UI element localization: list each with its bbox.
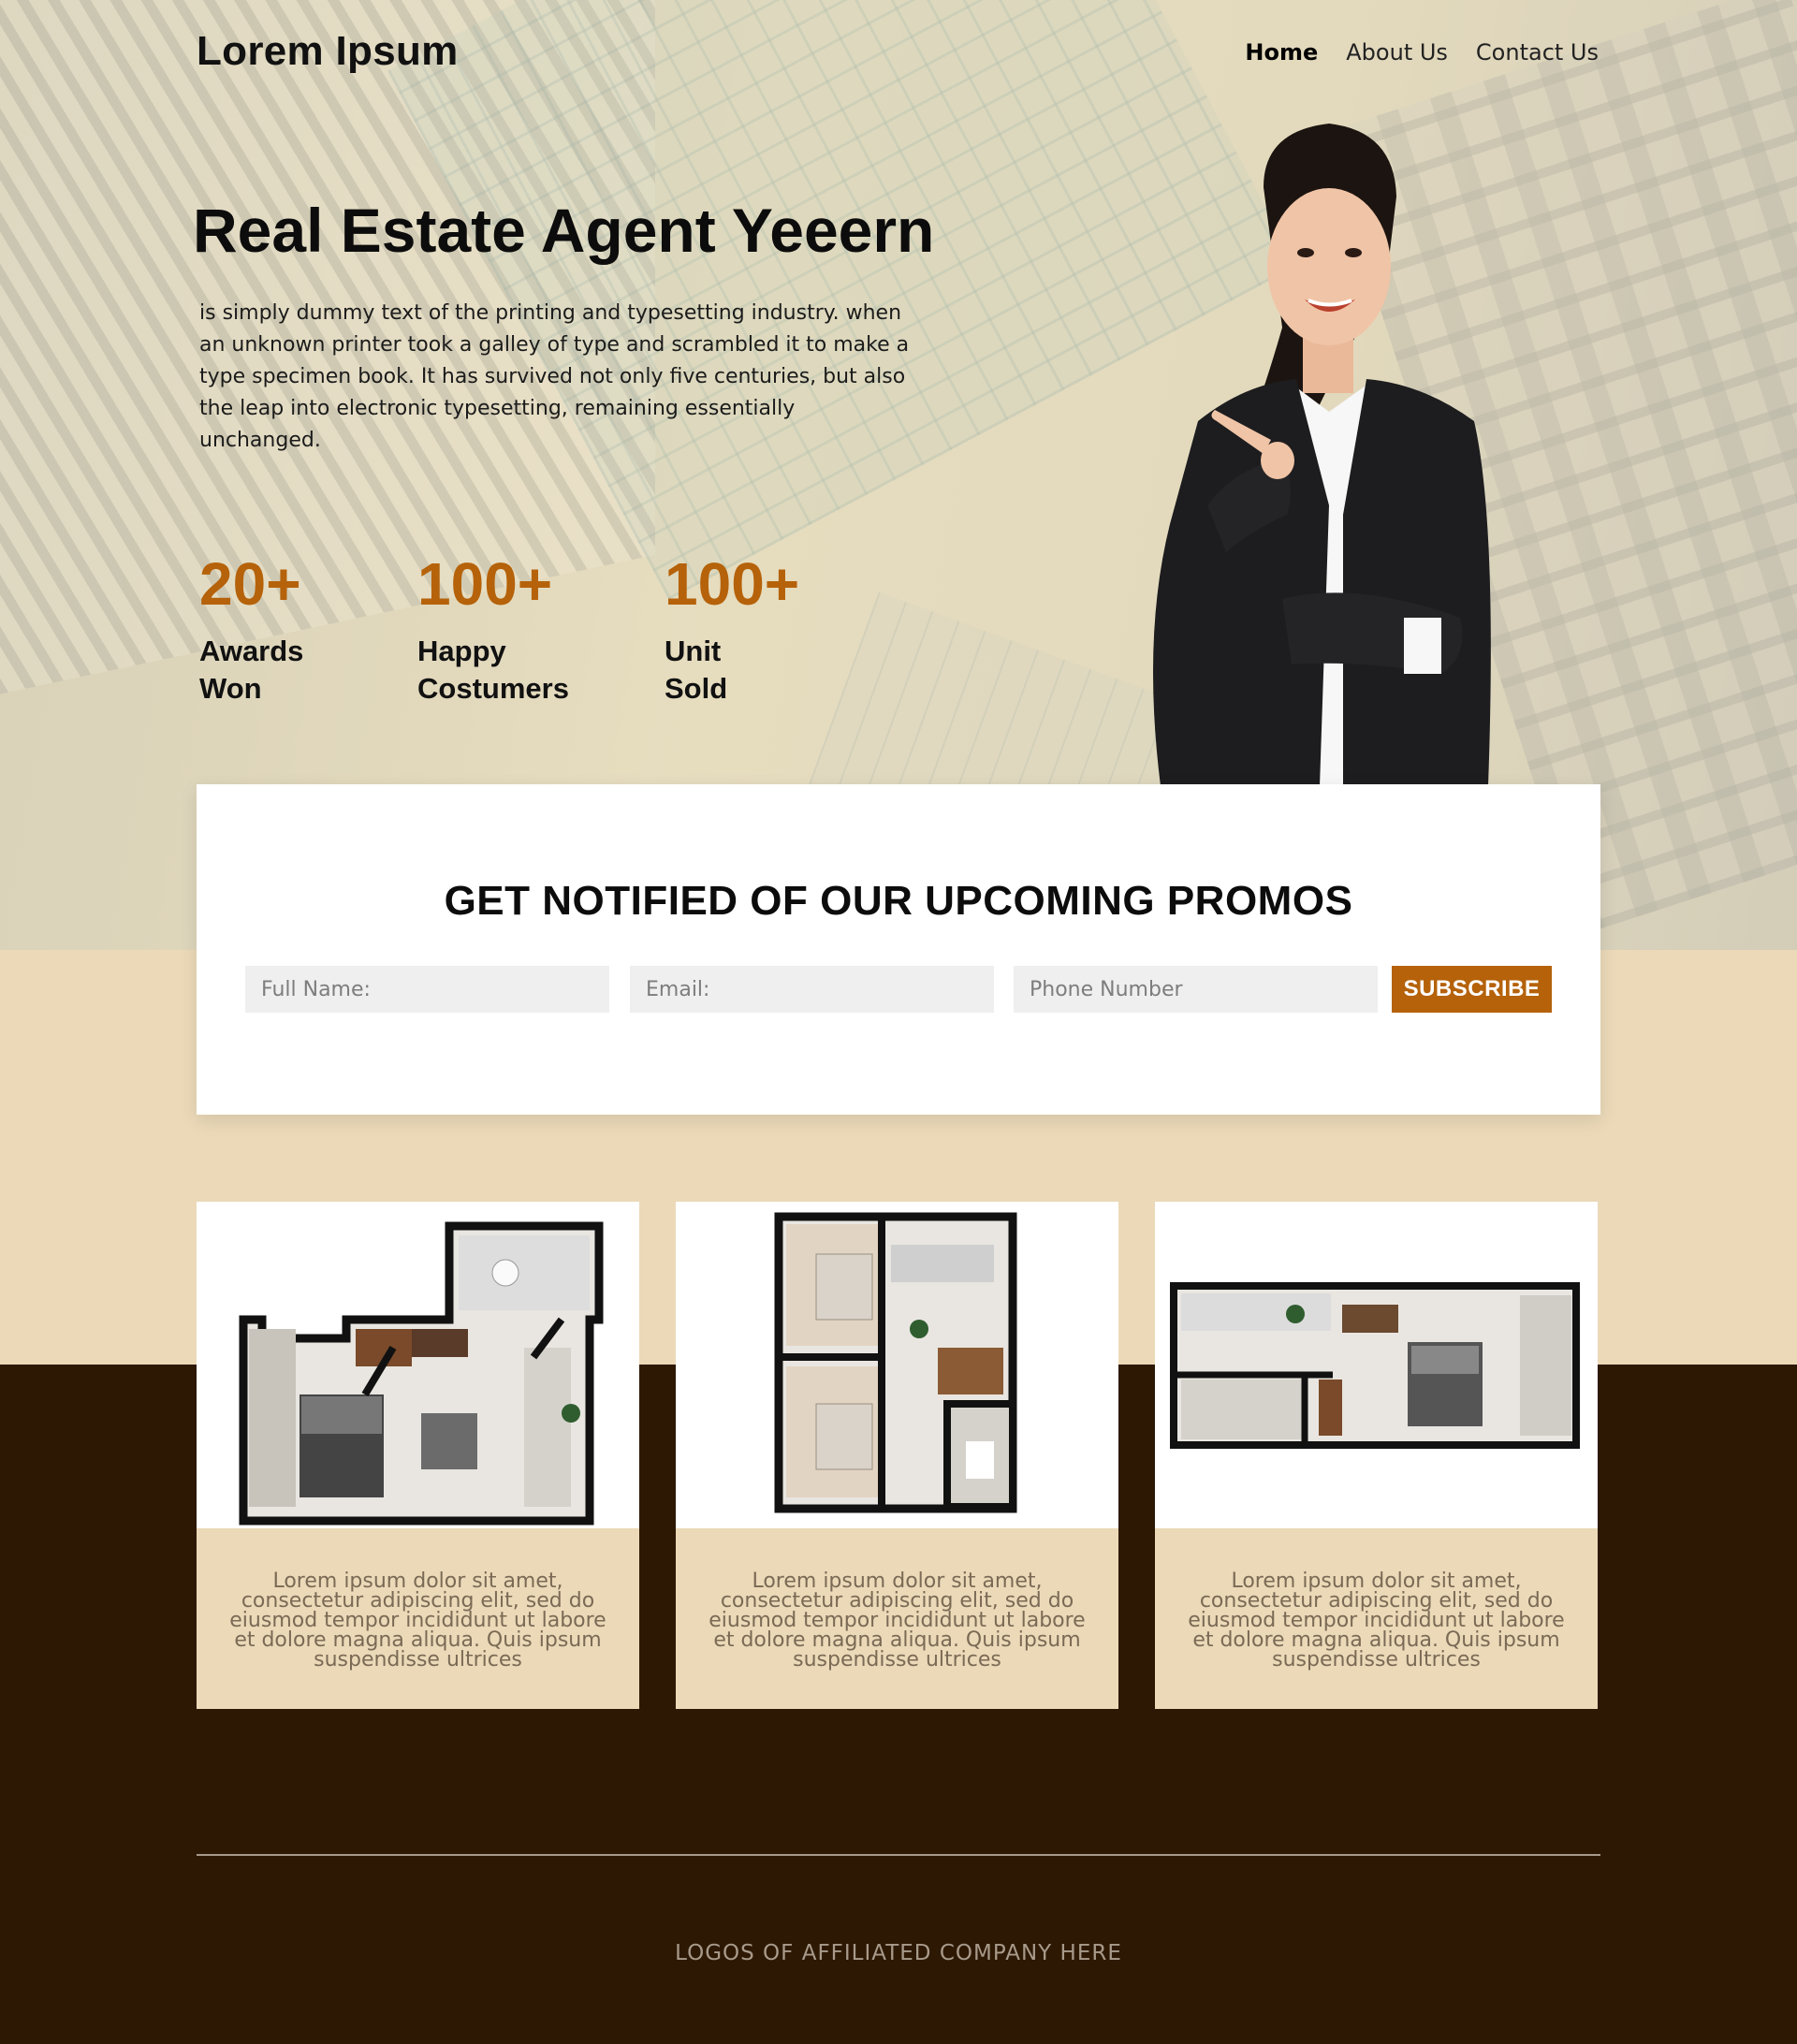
stat-customers: 100+ Happy Costumers bbox=[417, 550, 569, 708]
promo-signup-card: GET NOTIFIED OF OUR UPCOMING PROMOS SUBS… bbox=[197, 784, 1600, 1115]
stat-label-line: Sold bbox=[665, 672, 728, 705]
affiliated-logos-placeholder: LOGOS OF AFFILIATED COMPANY HERE bbox=[675, 1941, 1122, 1965]
email-input[interactable] bbox=[630, 966, 994, 1013]
agent-photo bbox=[1153, 124, 1491, 786]
nav-about-link[interactable]: About Us bbox=[1346, 39, 1448, 66]
stat-label: Unit Sold bbox=[665, 633, 799, 708]
hero-title: Real Estate Agent Yeeern bbox=[193, 196, 935, 265]
stat-label-line: Won bbox=[199, 672, 262, 705]
stat-label-line: Unit bbox=[665, 635, 722, 667]
floor-plan-image bbox=[197, 1202, 639, 1528]
main-nav: Home About Us Contact Us bbox=[1245, 39, 1599, 66]
stat-value: 20+ bbox=[199, 550, 301, 618]
listing-description: Lorem ipsum dolor sit amet, consectetur … bbox=[709, 1570, 1086, 1672]
promo-title: GET NOTIFIED OF OUR UPCOMING PROMOS bbox=[444, 878, 1353, 924]
listing-card[interactable]: Lorem ipsum dolor sit amet, consectetur … bbox=[676, 1202, 1118, 1709]
listing-card-body: Lorem ipsum dolor sit amet, consectetur … bbox=[1155, 1528, 1598, 1709]
stat-units: 100+ Unit Sold bbox=[665, 550, 799, 708]
site-logo[interactable]: Lorem Ipsum bbox=[197, 28, 459, 75]
floor-plan-image bbox=[676, 1202, 1118, 1528]
nav-contact-link[interactable]: Contact Us bbox=[1476, 39, 1599, 66]
nav-home-link[interactable]: Home bbox=[1245, 39, 1318, 66]
stat-value: 100+ bbox=[665, 550, 800, 618]
listing-card[interactable]: Lorem ipsum dolor sit amet, consectetur … bbox=[197, 1202, 639, 1709]
stat-label-line: Happy bbox=[417, 635, 506, 667]
full-name-input[interactable] bbox=[245, 966, 609, 1013]
hero-description: is simply dummy text of the printing and… bbox=[199, 301, 910, 452]
floor-plan-image bbox=[1155, 1202, 1598, 1528]
phone-number-input[interactable] bbox=[1014, 966, 1378, 1013]
footer-divider bbox=[197, 1854, 1600, 1856]
subscribe-button[interactable]: SUBSCRIBE bbox=[1392, 966, 1552, 1013]
listing-description: Lorem ipsum dolor sit amet, consectetur … bbox=[229, 1570, 606, 1672]
listing-card-body: Lorem ipsum dolor sit amet, consectetur … bbox=[676, 1528, 1118, 1709]
listing-card[interactable]: Lorem ipsum dolor sit amet, consectetur … bbox=[1155, 1202, 1598, 1709]
stat-label: Awards Won bbox=[199, 633, 303, 708]
stat-label: Happy Costumers bbox=[417, 633, 569, 708]
listing-description: Lorem ipsum dolor sit amet, consectetur … bbox=[1188, 1570, 1565, 1672]
stat-value: 100+ bbox=[417, 550, 553, 618]
listing-card-body: Lorem ipsum dolor sit amet, consectetur … bbox=[197, 1528, 639, 1709]
stat-label-line: Awards bbox=[199, 635, 304, 667]
stat-awards: 20+ Awards Won bbox=[199, 550, 303, 708]
stat-label-line: Costumers bbox=[417, 672, 569, 705]
